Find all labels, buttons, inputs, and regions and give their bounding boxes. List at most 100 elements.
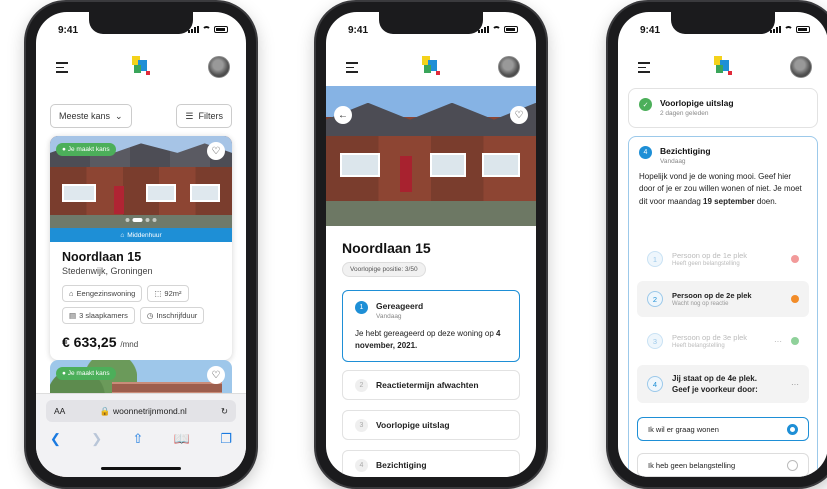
queue-position: 4	[647, 376, 663, 392]
user-avatar[interactable]	[208, 56, 230, 78]
house-window	[430, 153, 466, 178]
listing-photo[interactable]: ● Je maakt kans ♡	[50, 136, 232, 228]
favorite-heart-icon[interactable]: ♡	[207, 142, 225, 160]
chance-badge-text: Je maakt kans	[67, 370, 110, 377]
chance-badge-text: Je maakt kans	[67, 146, 110, 153]
url-text: woonnetrijnmond.nl	[113, 406, 187, 416]
step-title: Bezichtiging	[376, 460, 427, 470]
option-label: Ik wil er graag wonen	[648, 424, 719, 434]
chevron-down-icon: ⌄	[115, 110, 123, 121]
app-logo[interactable]	[132, 56, 150, 76]
queue-position: 2	[647, 291, 663, 307]
step-number: 2	[355, 378, 368, 392]
step-number: 4	[639, 146, 652, 159]
notch	[89, 12, 193, 34]
feature-text: Eengezinswoning	[76, 289, 136, 298]
sort-dropdown[interactable]: Meeste kans ⌄	[50, 104, 132, 128]
house-window	[340, 153, 380, 178]
pending-status-icon	[791, 295, 799, 303]
back-arrow-icon[interactable]: ←	[334, 106, 352, 124]
declined-status-icon	[791, 255, 799, 263]
house-window	[482, 153, 520, 178]
queue-status: Heeft geen belangstelling	[672, 261, 740, 267]
phone-screen: 9:41 ✓ Voorlopige uitslag 2 dagen gelede…	[618, 12, 827, 477]
chance-badge: ● Je maakt kans	[56, 367, 116, 380]
step-description-text: Je hebt gereageerd op deze woning op	[355, 329, 496, 338]
app-logo[interactable]	[422, 56, 440, 76]
hamburger-menu-icon[interactable]	[346, 62, 358, 73]
app-header	[618, 52, 827, 82]
filters-label: Filters	[198, 111, 224, 121]
phone-frame-viewing: 9:41 ✓ Voorlopige uitslag 2 dagen gelede…	[608, 2, 827, 487]
house-door	[400, 156, 412, 192]
step-card-waiting[interactable]: 2 Reactietermijn afwachten	[342, 370, 520, 400]
option-label: Ik heb geen belangstelling	[648, 460, 736, 470]
step-card-responded[interactable]: 1 Gereageerd Vandaag Je hebt gereageerd …	[342, 290, 520, 362]
user-avatar[interactable]	[790, 56, 812, 78]
lock-icon: 🔒	[99, 405, 111, 416]
battery-icon	[214, 26, 228, 33]
step-card-viewing[interactable]: 4 Bezichtiging	[342, 450, 520, 477]
notch	[379, 12, 483, 34]
price-value: € 633,25	[62, 334, 117, 350]
queue-position: 3	[647, 333, 663, 349]
option-want-to-live[interactable]: Ik wil er graag wonen	[637, 417, 809, 441]
house-window	[62, 183, 96, 202]
house-window	[190, 183, 220, 202]
feature-text: 3 slaapkamers	[79, 311, 128, 320]
user-avatar[interactable]	[498, 56, 520, 78]
sort-label: Meeste kans	[59, 111, 111, 121]
feature-chip: ⬚ 92m²	[147, 285, 189, 302]
url-bar[interactable]: AA 🔒 woonnetrijnmond.nl ↻	[46, 400, 236, 422]
step-title: Voorlopige uitslag	[376, 420, 450, 430]
notch	[671, 12, 775, 34]
house-door	[114, 185, 124, 214]
filters-button[interactable]: ☰ Filters	[176, 104, 232, 128]
radio-unselected[interactable]	[787, 459, 798, 471]
radio-selected[interactable]	[787, 423, 798, 435]
rent-category-label: Middenhuur	[127, 231, 162, 239]
step-description-deadline: 19 september	[703, 196, 755, 206]
queue-person-3: 3 Persoon op de 3e plek Heeft belangstell…	[637, 323, 809, 359]
back-icon[interactable]: ❮	[50, 431, 61, 447]
forward-icon[interactable]: ❯	[91, 431, 102, 447]
feature-chip: ▤ 3 slaapkamers	[62, 307, 135, 324]
feature-text: 92m²	[164, 289, 182, 298]
listing-card[interactable]: ● Je maakt kans ♡ ⌂ Middenhuur Noordlaan…	[50, 136, 232, 360]
wifi-icon	[492, 26, 501, 33]
bookmarks-icon[interactable]: 📖	[174, 431, 190, 447]
feature-chip: ◷ Inschrijfduur	[139, 307, 205, 324]
app-header	[36, 52, 246, 82]
favorite-heart-icon[interactable]: ♡	[207, 366, 225, 384]
clock-icon: ◷	[146, 311, 154, 320]
step-card-viewing-active: 4 Bezichtiging Vandaag Hopelijk vond je …	[628, 136, 818, 477]
reload-icon[interactable]: ↻	[221, 406, 228, 417]
app-logo[interactable]	[714, 56, 732, 76]
feature-text: Inschrijfduur	[156, 311, 198, 320]
house-window	[146, 183, 176, 202]
chance-badge: ● Je maakt kans	[56, 143, 116, 156]
browser-toolbar: AA 🔒 woonnetrijnmond.nl ↻ ❮ ❯ ⇧ 📖 ❐	[36, 393, 246, 477]
step-card-result[interactable]: 3 Voorlopige uitslag	[342, 410, 520, 440]
option-not-interested[interactable]: Ik heb geen belangstelling	[637, 453, 809, 477]
step-title: Voorlopige uitslag	[660, 98, 734, 108]
text-size-button[interactable]: AA	[54, 406, 65, 416]
favorite-heart-icon[interactable]: ♡	[510, 106, 528, 124]
hamburger-menu-icon[interactable]	[638, 62, 650, 73]
hamburger-menu-icon[interactable]	[56, 62, 68, 73]
area-icon: ⬚	[154, 289, 162, 298]
tabs-icon[interactable]: ❐	[220, 431, 232, 447]
phone-frame-listing: 9:41 Meeste kans ⌄ ☰ Filters ● Je maakt …	[26, 2, 256, 487]
share-icon[interactable]: ⇧	[133, 431, 144, 447]
listing-hero-photo: ← ♡	[326, 86, 536, 226]
more-dots-icon: ···	[791, 379, 799, 389]
phone-screen: 9:41 ← ♡ Noordlaan 15 Voorlopige positie…	[326, 12, 536, 477]
listing-title: Noordlaan 15	[62, 250, 142, 264]
listing-title: Noordlaan 15	[342, 240, 431, 256]
step-number: 1	[355, 301, 368, 314]
step-number: 4	[355, 458, 368, 472]
carousel-dots[interactable]	[125, 218, 157, 222]
queue-person-2: 2 Persoon op de 2e plek Wacht nog op reac…	[637, 281, 809, 317]
step-card-result-done[interactable]: ✓ Voorlopige uitslag 2 dagen geleden	[628, 88, 818, 128]
queue-position: 1	[647, 251, 663, 267]
